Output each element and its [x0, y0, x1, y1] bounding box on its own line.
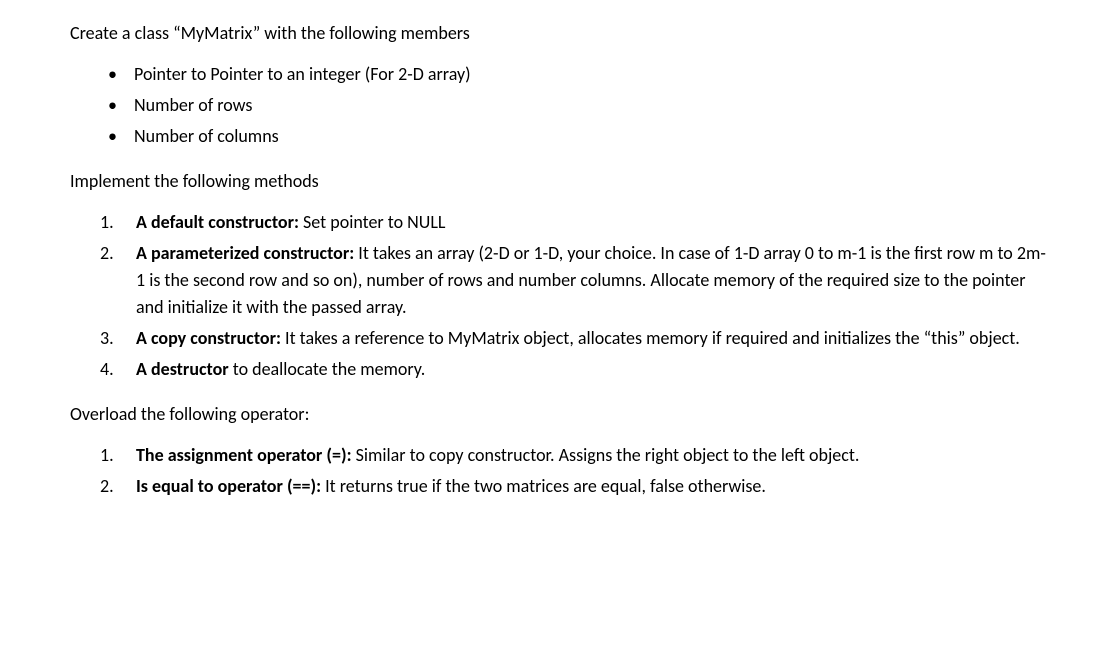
item-number: 4. [100, 356, 114, 383]
item-bold: Is equal to operator (==): [136, 475, 325, 497]
list-item: 4. A destructor to deallocate the memory… [100, 356, 1054, 383]
item-bold: A default constructor: [136, 211, 303, 233]
list-item: 2. A parameterized constructor: It takes… [100, 240, 1054, 321]
item-number: 1. [100, 442, 114, 469]
item-rest: It returns true if the two matrices are … [325, 475, 766, 497]
intro-paragraph: Create a class “MyMatrix” with the follo… [70, 20, 1054, 47]
item-number: 3. [100, 325, 114, 352]
members-list: Pointer to Pointer to an integer (For 2-… [70, 61, 1054, 150]
list-item: Pointer to Pointer to an integer (For 2-… [108, 61, 1054, 88]
item-bold: A destructor [136, 358, 233, 380]
list-item: 1. A default constructor: Set pointer to… [100, 209, 1054, 236]
item-rest: to deallocate the memory. [233, 358, 426, 380]
overloads-list: 1. The assignment operator (=): Similar … [70, 442, 1054, 500]
list-item: 2. Is equal to operator (==): It returns… [100, 473, 1054, 500]
list-item: Number of rows [108, 92, 1054, 119]
item-number: 1. [100, 209, 114, 236]
item-number: 2. [100, 240, 114, 267]
item-rest: Similar to copy constructor. Assigns the… [356, 444, 860, 466]
item-rest: It takes a reference to MyMatrix object,… [285, 327, 1020, 349]
overload-heading: Overload the following operator: [70, 401, 1054, 428]
methods-heading: Implement the following methods [70, 168, 1054, 195]
item-rest: Set pointer to NULL [303, 211, 445, 233]
item-number: 2. [100, 473, 114, 500]
item-bold: A copy constructor: [136, 327, 285, 349]
methods-list: 1. A default constructor: Set pointer to… [70, 209, 1054, 383]
item-bold: A parameterized constructor: [136, 242, 358, 264]
list-item: Number of columns [108, 123, 1054, 150]
list-item: 3. A copy constructor: It takes a refere… [100, 325, 1054, 352]
item-bold: The assignment operator (=): [136, 444, 356, 466]
list-item: 1. The assignment operator (=): Similar … [100, 442, 1054, 469]
